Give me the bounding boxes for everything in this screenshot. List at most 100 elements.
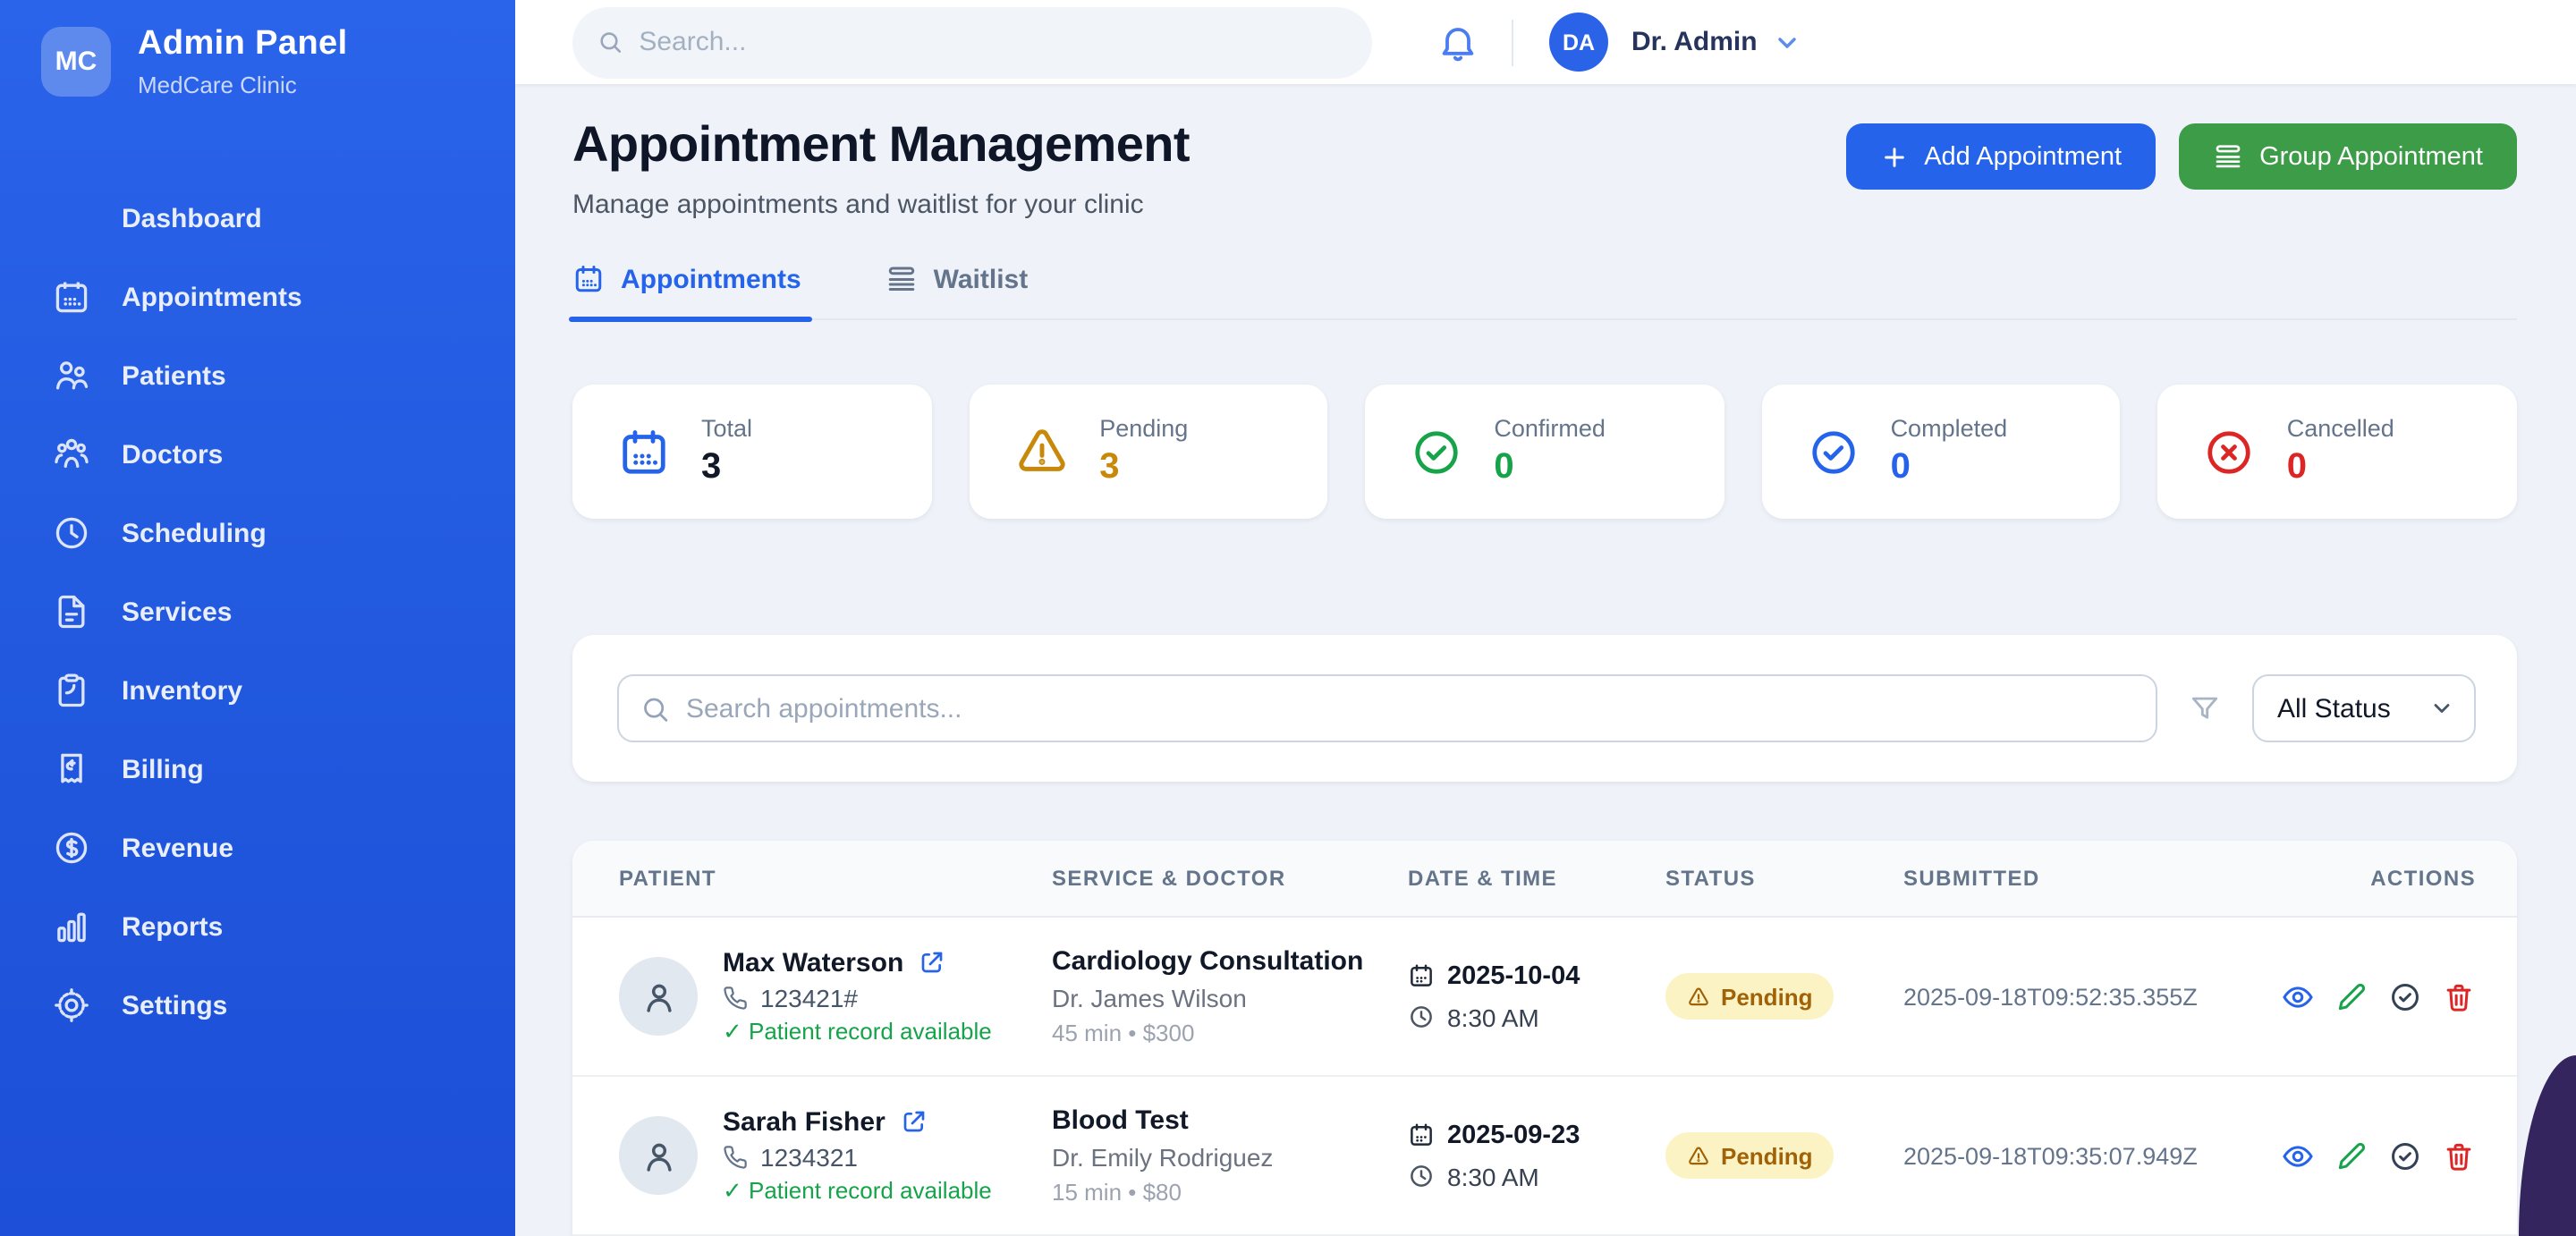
person-icon [638, 1135, 679, 1176]
appointments-search-input[interactable] [686, 693, 2134, 724]
external-link-icon[interactable] [918, 948, 946, 977]
service-name: Blood Test [1052, 1105, 1408, 1136]
sidebar-item-label: Reports [122, 911, 223, 942]
appointment-date: 2025-09-23 [1447, 1121, 1580, 1149]
chevron-down-icon[interactable] [1774, 28, 1802, 56]
queue-icon [2213, 141, 2243, 172]
sidebar-item-settings[interactable]: Settings [0, 966, 515, 1045]
brand-logo: MC [41, 27, 111, 97]
sidebar-item-billing[interactable]: Billing [0, 730, 515, 808]
view-eye-icon[interactable] [2281, 1139, 2315, 1173]
delete-trash-icon[interactable] [2442, 1139, 2476, 1173]
brand-title: Admin Panel [138, 25, 348, 64]
table-header-row: Patient Service & Doctor Date & Time Sta… [572, 841, 2517, 918]
warning-triangle-icon [1687, 1144, 1710, 1167]
clock-icon [1408, 1163, 1435, 1189]
stat-label: Cancelled [2287, 415, 2394, 442]
stat-label: Pending [1099, 415, 1188, 442]
appointments-table: Patient Service & Doctor Date & Time Sta… [572, 841, 2517, 1236]
confirm-check-icon[interactable] [2388, 1139, 2422, 1173]
status-badge: Pending [1665, 1132, 1835, 1179]
add-appointment-button[interactable]: Add Appointment [1845, 123, 2156, 190]
brand-subtitle: MedCare Clinic [138, 72, 348, 98]
sidebar-item-reports[interactable]: Reports [0, 887, 515, 966]
col-submitted: Submitted [1903, 866, 2207, 891]
stat-value: 3 [701, 447, 752, 488]
search-icon [640, 693, 670, 724]
table-row: Max Waterson 123421# ✓ Patient record av… [572, 918, 2517, 1077]
tab-appointments[interactable]: Appointments [572, 263, 801, 318]
stat-label: Confirmed [1494, 415, 1606, 442]
warning-triangle-icon [1687, 985, 1710, 1008]
stat-card-confirmed: Confirmed 0 [1365, 385, 1724, 519]
status-badge: Pending [1665, 973, 1835, 1020]
filter-bar: All Status [572, 635, 2517, 782]
sidebar-item-scheduling[interactable]: Scheduling [0, 494, 515, 572]
sidebar-item-label: Revenue [122, 833, 233, 863]
bell-icon[interactable] [1436, 21, 1479, 63]
sidebar-item-label: Settings [122, 990, 227, 1020]
global-search [572, 6, 1372, 78]
tab-bar: Appointments Waitlist [572, 263, 2517, 320]
sidebar-item-label: Dashboard [122, 203, 262, 233]
clipboard-icon [52, 671, 91, 710]
service-meta: 45 min • $300 [1052, 1020, 1408, 1046]
confirm-check-icon[interactable] [2388, 979, 2422, 1013]
queue-icon [886, 263, 918, 295]
patient-name: Max Waterson [723, 947, 903, 978]
topbar: DA Dr. Admin [515, 0, 2576, 84]
patient-name: Sarah Fisher [723, 1106, 886, 1137]
patient-avatar [619, 957, 698, 1036]
stat-card-pending: Pending 3 [969, 385, 1327, 519]
clock-icon [1408, 1003, 1435, 1030]
user-avatar[interactable]: DA [1549, 13, 1608, 72]
sidebar-item-inventory[interactable]: Inventory [0, 651, 515, 730]
user-name[interactable]: Dr. Admin [1631, 27, 1758, 57]
clock-icon [52, 513, 91, 553]
patient-avatar [619, 1116, 698, 1195]
col-actions: Actions [2207, 866, 2476, 891]
view-eye-icon[interactable] [2281, 979, 2315, 1013]
sidebar-item-dashboard[interactable]: Dashboard [0, 179, 515, 258]
delete-trash-icon[interactable] [2442, 979, 2476, 1013]
content: Appointment Management Manage appointmen… [515, 84, 2576, 1236]
sidebar-item-services[interactable]: Services [0, 572, 515, 651]
search-icon [597, 29, 623, 55]
calendar-icon [52, 277, 91, 317]
patient-record-note: ✓ Patient record available [723, 1176, 992, 1205]
tab-waitlist[interactable]: Waitlist [886, 263, 1029, 318]
add-appointment-label: Add Appointment [1924, 142, 2122, 171]
sidebar-item-label: Services [122, 597, 232, 627]
plus-icon [1879, 142, 1908, 171]
service-meta: 15 min • $80 [1052, 1179, 1408, 1206]
edit-pencil-icon[interactable] [2334, 1139, 2368, 1173]
global-search-input[interactable] [639, 27, 1347, 57]
calendar-icon [572, 263, 605, 295]
sidebar-item-doctors[interactable]: Doctors [0, 415, 515, 494]
page-head: Appointment Management Manage appointmen… [572, 116, 2517, 220]
phone-icon [723, 1144, 748, 1169]
service-name: Cardiology Consultation [1052, 946, 1408, 977]
stat-label: Total [701, 415, 752, 442]
submitted-timestamp: 2025-09-18T09:35:07.949Z [1903, 1142, 2207, 1169]
sidebar-nav: Dashboard Appointments Patients Doctors [0, 179, 515, 1045]
sidebar-item-appointments[interactable]: Appointments [0, 258, 515, 336]
status-filter-select[interactable]: All Status [2252, 674, 2476, 742]
edit-pencil-icon[interactable] [2334, 979, 2368, 1013]
calendar-icon [617, 425, 671, 478]
sidebar-item-patients[interactable]: Patients [0, 336, 515, 415]
sidebar-item-label: Appointments [122, 282, 302, 312]
patients-icon [52, 356, 91, 395]
table-row: Sarah Fisher 1234321 ✓ Patient record av… [572, 1077, 2517, 1236]
external-link-icon[interactable] [900, 1107, 928, 1136]
sidebar-item-label: Doctors [122, 439, 223, 470]
bar-chart-icon [52, 907, 91, 946]
sidebar-item-label: Scheduling [122, 518, 267, 548]
appointments-search [617, 674, 2157, 742]
header-buttons: Add Appointment Group Appointment [1845, 123, 2517, 190]
group-appointment-button[interactable]: Group Appointment [2179, 123, 2517, 190]
app-root: MC Admin Panel MedCare Clinic Dashboard … [0, 0, 2576, 1236]
sidebar-item-revenue[interactable]: Revenue [0, 808, 515, 887]
patient-record-note: ✓ Patient record available [723, 1017, 992, 1046]
col-status: Status [1665, 866, 1903, 891]
